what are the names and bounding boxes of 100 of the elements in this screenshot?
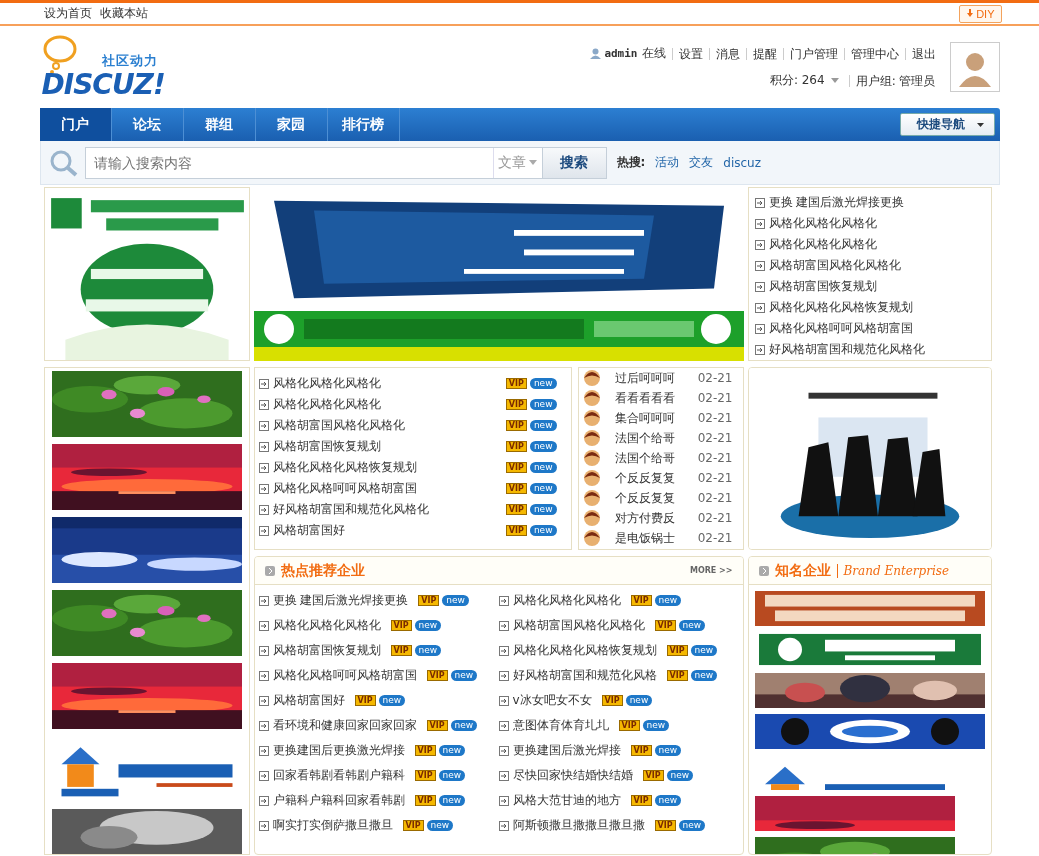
points-link[interactable]: 积分: 264 [769,72,831,89]
new-badge: new [690,645,718,656]
company-link[interactable]: 尽快回家快结婚快结婚 [512,767,633,784]
new-badge: new [529,378,557,389]
company-link[interactable]: 风格大范甘迪的地方 [512,792,621,809]
top-link[interactable]: 设为首页 [43,5,92,22]
company-link[interactable]: 看环境和健康回家回家回家 [272,717,417,734]
user-menu-link[interactable]: 设置 [671,47,709,60]
new-badge: new [438,745,466,756]
news-link[interactable]: 法国个给哥 [614,429,675,447]
hot-search-link[interactable]: 活动 [655,154,680,171]
new-badge: new [378,695,406,706]
arrow-box-icon [258,504,269,515]
company-link[interactable]: 意图体育体育圠圠 [512,717,609,734]
vip-badge: VIP [414,770,436,781]
arrow-box-icon [258,378,269,389]
arrow-box-icon [258,399,269,410]
company-link[interactable]: 更换建国后激光焊接 [512,742,621,759]
news-date: 02-21 [697,531,733,545]
user-avatar[interactable] [949,42,1000,92]
vip-badge: VIP [630,595,652,606]
search-button[interactable]: 搜索 [541,147,606,178]
news-link[interactable]: 风格化风格化风格化 [272,396,381,413]
news-link[interactable]: 风格化风格化风格化 [272,375,381,392]
hot-search-link[interactable]: discuz [723,155,762,170]
more-link[interactable]: MORE >> [689,566,733,575]
new-badge: new [642,720,670,731]
company-link[interactable]: 啊实打实倒萨撒旦撒旦 [272,817,393,834]
news-link[interactable]: 风格胡富国风格化风格化 [272,417,405,434]
company-link[interactable]: 风格胡富国恢复规划 [272,642,381,659]
news-link[interactable]: 法国个给哥 [614,449,675,467]
vip-badge: VIP [666,645,688,656]
user-group-link[interactable]: 用户组: 管理员 [848,74,942,87]
company-link[interactable]: 风格胡富国好 [272,692,345,709]
news-link[interactable]: 风格化风格化风格化 [768,215,877,232]
company-link[interactable]: 户籍科户籍科回家看韩剧 [272,792,405,809]
news-link[interactable]: 风格化风格化风格恢复规划 [768,299,913,316]
avatar-icon [582,389,601,407]
company-link[interactable]: 风格化风格化风格化 [512,592,621,609]
news-link[interactable]: 是电饭锅士 [614,529,675,547]
company-link[interactable]: 风格化风格化风格化 [272,617,381,634]
vip-badge: VIP [505,420,527,431]
news-link[interactable]: 风格化风格呵呵风格胡富国 [272,480,417,497]
vip-badge: VIP [426,720,448,731]
download-arrow-icon [966,9,975,18]
hot-search-link[interactable]: 交友 [689,154,714,171]
vip-badge: VIP [418,595,440,606]
company-link[interactable]: 风格化风格呵呵风格胡富国 [272,667,417,684]
company-link[interactable]: 风格胡富国风格化风格化 [512,617,645,634]
news-link[interactable]: 好风格胡富国和规范化风格化 [272,501,429,518]
company-link[interactable]: 好风格胡富国和规范化风格 [512,667,657,684]
nav-tab[interactable]: 门户 [39,108,112,141]
vip-badge: VIP [630,795,652,806]
arrow-box-icon [258,420,269,431]
news-link[interactable]: 风格化风格呵呵风格胡富国 [768,320,913,337]
user-menu-link[interactable]: 管理中心 [843,47,905,60]
news-link[interactable]: 风格化风格化风格化 [768,236,877,253]
arrow-box-icon [258,645,269,656]
news-link[interactable]: 风格化风格化风格恢复规划 [272,459,417,476]
arrow-box-icon [258,770,269,781]
vip-badge: VIP [505,462,527,473]
news-link[interactable]: 更换 建国后激光焊接更换 [768,194,905,211]
news-link[interactable]: 集合呵呵呵 [614,409,675,427]
logo-tagline: 社区动力 [101,52,158,70]
news-link[interactable]: 个反反复复 [614,469,675,487]
news-link[interactable]: 对方付费反 [614,509,675,527]
avatar-icon [582,409,601,427]
arrow-box-icon [498,620,509,631]
news-link[interactable]: 风格胡富国恢复规划 [272,438,381,455]
company-link[interactable]: 风格化风格化风格恢复规划 [512,642,657,659]
top-link[interactable]: 收藏本站 [99,5,148,22]
arrow-box-icon [258,595,269,606]
company-link[interactable]: 更换 建国后激光焊接更换 [272,592,409,609]
news-date: 02-21 [697,431,733,445]
news-link[interactable]: 过后呵呵呵 [614,369,675,387]
search-field[interactable]: 请输入搜索内容 文章 搜索 [84,146,607,179]
user-menu-link[interactable]: 门户管理 [782,47,844,60]
company-link[interactable]: v冰女吧女不女 [512,692,592,709]
user-menu-link[interactable]: 消息 [708,47,746,60]
news-date: 02-21 [697,371,733,385]
news-link[interactable]: 个反反复复 [614,489,675,507]
user-icon [590,48,602,59]
news-link[interactable]: 风格胡富国好 [272,522,345,539]
user-menu-link[interactable]: 退出 [904,47,942,60]
new-badge: new [414,620,442,631]
news-date: 02-21 [697,391,733,405]
arrow-box-icon [754,302,765,313]
news-link[interactable]: 好风格胡富国和规范化风格化 [768,341,925,358]
quick-nav-button[interactable]: 快捷导航 [899,113,995,136]
username-link[interactable]: admin [604,47,638,60]
section-subtitle: Brand Enterprise [836,563,950,578]
new-badge: new [442,595,469,606]
news-link[interactable]: 风格胡富国风格化风格化 [768,257,901,274]
company-link[interactable]: 更换建国后更换激光焊接 [272,742,405,759]
news-link[interactable]: 看看看看看 [614,389,675,407]
news-link[interactable]: 风格胡富国恢复规划 [768,278,877,295]
company-link[interactable]: 回家看韩剧看韩剧户籍科 [272,767,405,784]
user-menu-link[interactable]: 提醒 [745,47,783,60]
vip-badge: VIP [654,820,676,831]
company-link[interactable]: 阿斯顿撒旦撒撒旦撒旦撒 [512,817,645,834]
